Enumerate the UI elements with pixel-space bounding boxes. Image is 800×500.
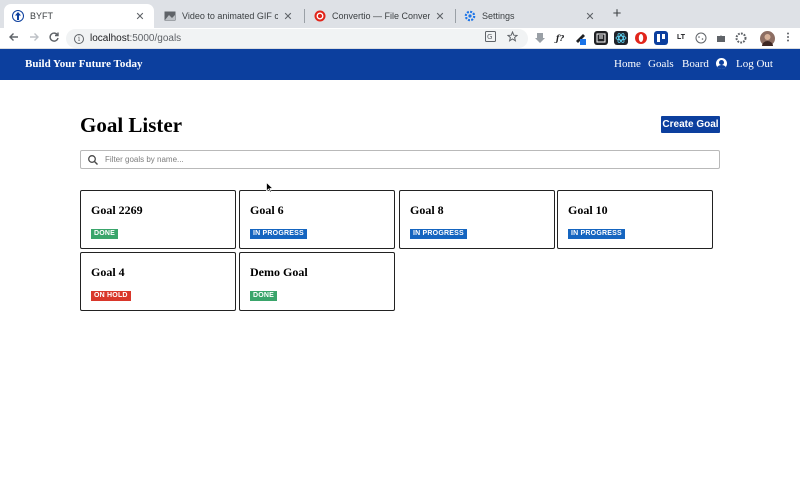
reader-icon[interactable]: [594, 31, 608, 45]
filter-placeholder: Filter goals by name...: [105, 155, 184, 164]
goal-card[interactable]: Goal 8 IN PROGRESS: [399, 190, 555, 249]
tab-settings[interactable]: Settings ✕: [456, 4, 604, 28]
search-icon: [88, 154, 98, 165]
back-button[interactable]: [6, 31, 22, 47]
new-tab-button[interactable]: +: [608, 5, 626, 23]
goal-name: Goal 6: [250, 203, 284, 217]
goal-name: Goal 2269: [91, 203, 143, 217]
tab-byft[interactable]: BYFT ✕: [4, 4, 154, 28]
arrow-left-icon: [9, 33, 18, 41]
convertio-favicon: [314, 10, 326, 22]
fx-icon[interactable]: ƒ?: [553, 31, 567, 45]
goal-card[interactable]: Goal 6 IN PROGRESS: [239, 190, 395, 249]
forward-button[interactable]: [26, 31, 42, 47]
byft-favicon: [12, 10, 24, 22]
brand-link[interactable]: Build Your Future Today: [25, 58, 142, 70]
nav-link-logout[interactable]: Log Out: [736, 58, 773, 70]
filter-goals-input[interactable]: Filter goals by name...: [80, 150, 720, 169]
tab-convertio[interactable]: Convertio — File Converter ✕: [306, 4, 454, 28]
goal-card[interactable]: Goal 4 ON HOLD: [80, 252, 236, 311]
nav-link-home[interactable]: Home: [614, 58, 641, 70]
tab-gif-converter[interactable]: Video to animated GIF converter ✕: [156, 4, 302, 28]
address-bar[interactable]: i localhost:5000/goals G: [66, 29, 528, 48]
info-icon[interactable]: i: [74, 33, 84, 44]
close-tab-icon[interactable]: ✕: [134, 10, 146, 23]
status-badge: DONE: [91, 229, 119, 239]
nav-link-board[interactable]: Board: [682, 58, 709, 70]
goal-name: Goal 10: [568, 203, 608, 217]
reload-button[interactable]: [46, 31, 62, 47]
goal-name: Goal 4: [91, 265, 125, 279]
browser-menu-icon[interactable]: [780, 31, 796, 47]
tab-title: Settings: [482, 11, 515, 21]
create-goal-button[interactable]: Create Goal: [661, 116, 720, 133]
pen-icon[interactable]: [574, 31, 588, 45]
mouse-cursor-icon: [266, 182, 274, 193]
arrow-right-icon: [30, 33, 39, 41]
status-badge: IN PROGRESS: [250, 229, 307, 239]
url-text: localhost:5000/goals: [90, 33, 182, 44]
status-badge: IN PROGRESS: [568, 229, 625, 239]
close-tab-icon[interactable]: ✕: [584, 10, 596, 23]
browser-tab-strip: BYFT ✕ Video to animated GIF converter ✕…: [0, 0, 800, 28]
close-tab-icon[interactable]: ✕: [434, 10, 446, 23]
page-title: Goal Lister: [80, 113, 183, 137]
status-badge: ON HOLD: [91, 291, 131, 301]
react-icon[interactable]: [614, 31, 628, 45]
status-badge: DONE: [250, 291, 278, 301]
languagetool-icon[interactable]: LT: [674, 31, 688, 45]
opera-icon[interactable]: [634, 31, 648, 45]
translate-icon[interactable]: G: [485, 31, 497, 42]
goal-card[interactable]: Demo Goal DONE: [239, 252, 395, 311]
settings-extension-icon[interactable]: [734, 31, 748, 45]
cookie-icon[interactable]: [694, 31, 708, 45]
svg-text:G: G: [487, 33, 492, 41]
app-navbar: Build Your Future Today Home Goals Board…: [0, 49, 800, 80]
status-badge: IN PROGRESS: [410, 229, 467, 239]
reload-icon: [49, 32, 59, 42]
nav-link-goals[interactable]: Goals: [648, 58, 674, 70]
gear-icon: [464, 10, 476, 22]
goal-card[interactable]: Goal 10 IN PROGRESS: [557, 190, 713, 249]
tab-title: Convertio — File Converter: [332, 11, 430, 21]
image-favicon: [164, 10, 176, 22]
download-icon[interactable]: [533, 31, 547, 45]
user-icon[interactable]: [716, 58, 727, 69]
trello-icon[interactable]: [654, 31, 668, 45]
goal-card[interactable]: Goal 2269 DONE: [80, 190, 236, 249]
tab-title: Video to animated GIF converter: [182, 11, 278, 21]
goal-name: Goal 8: [410, 203, 444, 217]
close-tab-icon[interactable]: ✕: [282, 10, 294, 23]
tab-divider: [304, 9, 305, 23]
puzzle-icon[interactable]: [714, 31, 728, 45]
tab-title: BYFT: [30, 11, 54, 21]
bookmark-star-icon[interactable]: [506, 30, 519, 42]
profile-avatar[interactable]: [760, 31, 775, 46]
goal-name: Demo Goal: [250, 265, 308, 279]
browser-toolbar: i localhost:5000/goals G ƒ? LT: [0, 28, 800, 49]
